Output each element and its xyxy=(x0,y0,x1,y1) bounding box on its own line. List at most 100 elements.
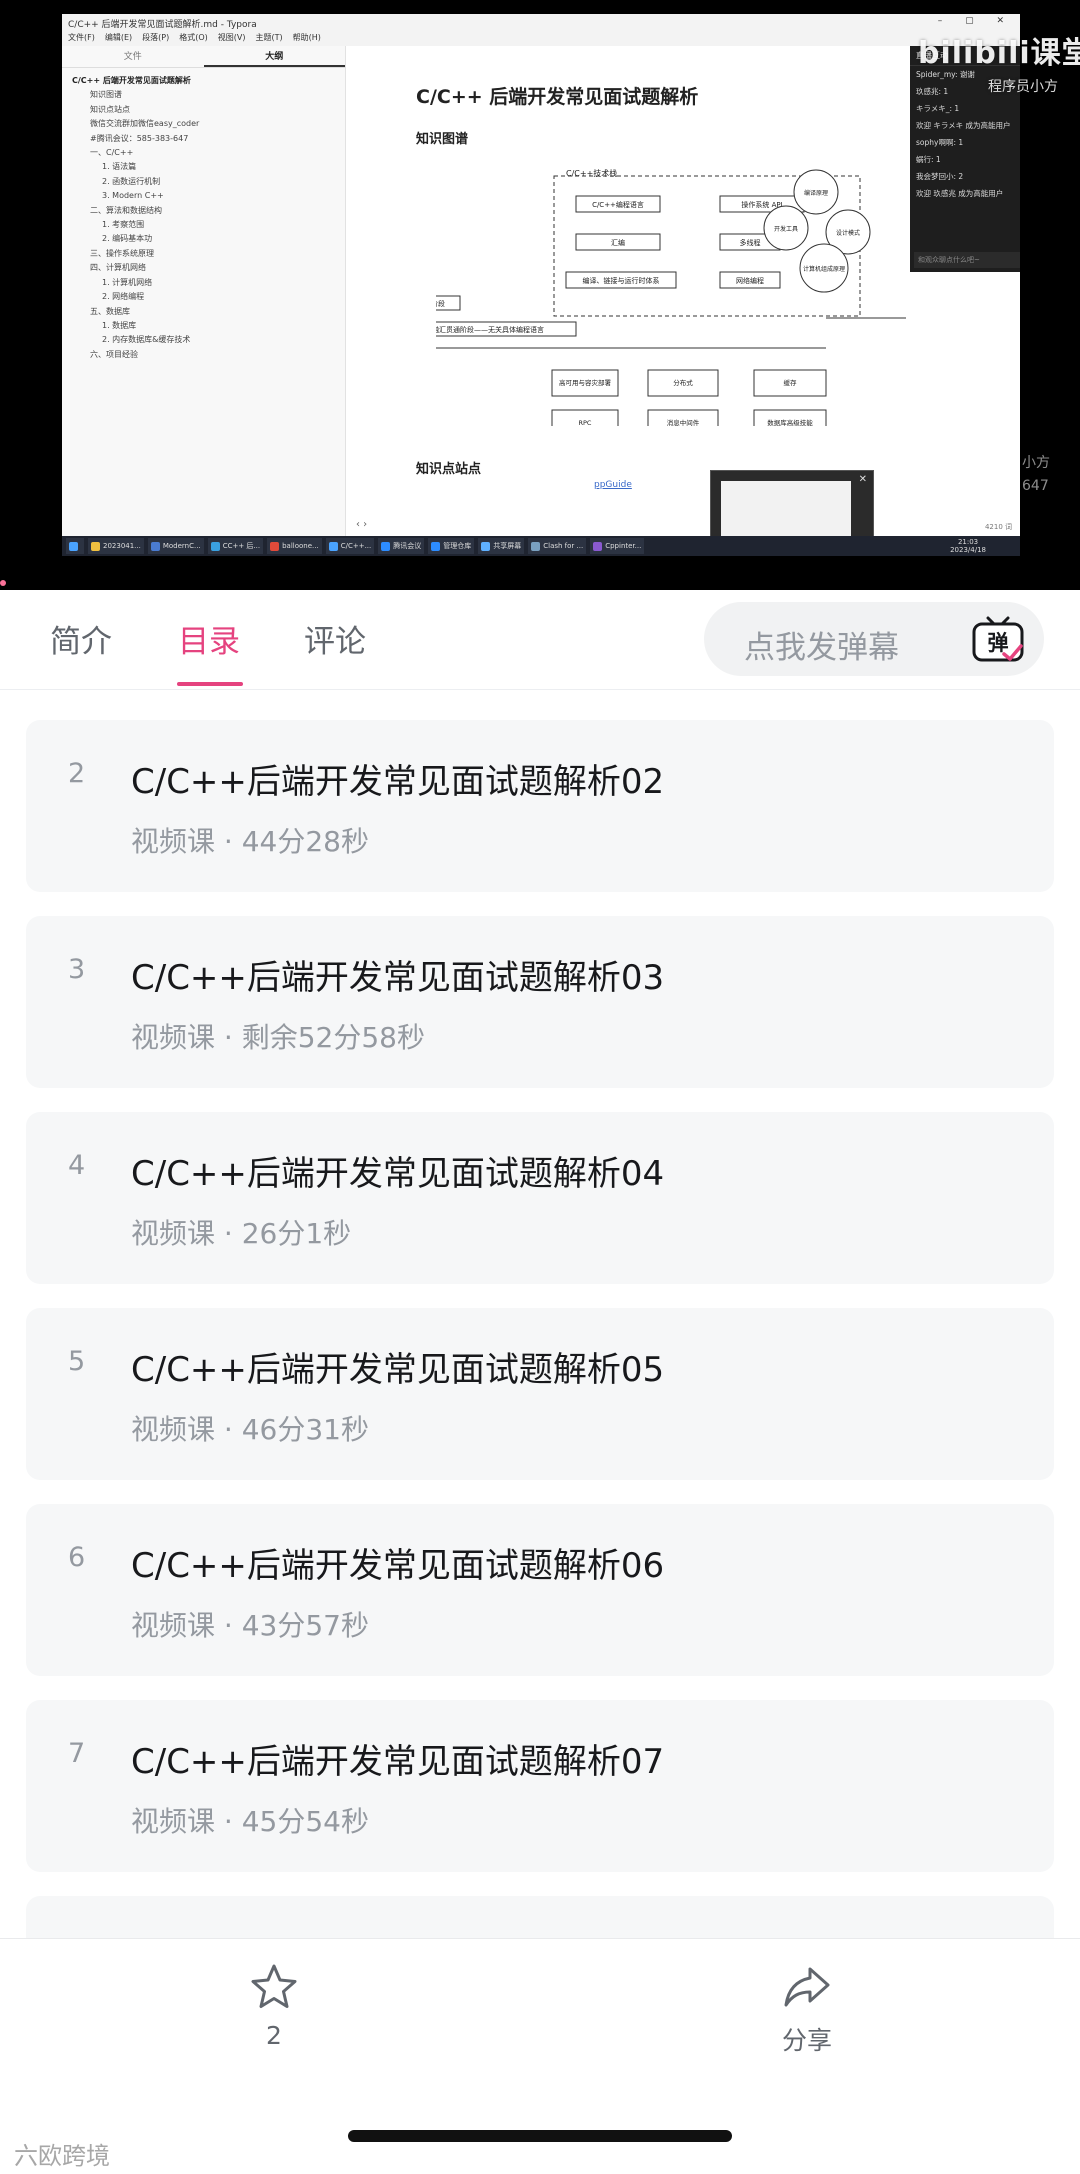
taskbar-thumbnail-preview: ✕ xyxy=(710,470,874,546)
home-indicator[interactable] xyxy=(348,2130,732,2142)
outline-item: 1. 考察范围 xyxy=(102,220,145,230)
tab-intro[interactable]: 简介 xyxy=(50,616,112,661)
episode-number: 6 xyxy=(68,1542,86,1573)
clock-date: 2023/4/18 xyxy=(950,546,986,554)
doc-link: ppGuide xyxy=(594,480,632,490)
diagram-node: 多线程 xyxy=(740,238,761,247)
episode-item[interactable]: 6 C/C++后端开发常见面试题解析06 视频课 · 43分57秒 xyxy=(26,1504,1054,1676)
outline-tab-files: 文件 xyxy=(123,52,142,62)
share-button[interactable]: 分享 xyxy=(737,1961,877,2057)
menu-item: 文件(F) xyxy=(68,33,95,42)
taskbar-item-label: 共享屏幕 xyxy=(493,542,522,550)
video-screen-capture: C/C++ 后端开发常见面试题解析.md - Typora – ▢ ✕ 文件(F… xyxy=(62,14,1020,556)
chat-message: 欢迎 玖感兆 成为高能用户 xyxy=(916,189,1004,198)
window-title-bar: C/C++ 后端开发常见面试题解析.md - Typora – ▢ ✕ xyxy=(62,14,1020,30)
outline-item: #腾讯会议：585-383-647 xyxy=(90,133,189,143)
taskbar-item: Cppinter... xyxy=(590,538,645,554)
episode-item[interactable]: 2 C/C++后端开发常见面试题解析02 视频课 · 44分28秒 xyxy=(26,720,1054,892)
episode-item[interactable]: 7 C/C++后端开发常见面试题解析07 视频课 · 45分54秒 xyxy=(26,1700,1054,1872)
taskbar-item: 腾讯会议 xyxy=(378,538,425,554)
episode-meta: 视频课 · 26分1秒 xyxy=(131,1217,352,1250)
diagram-node: 数据库高级技能 xyxy=(767,418,813,426)
chat-input: 和观众聊点什么吧~ xyxy=(914,252,1020,268)
author-watermark: 程序员小方 xyxy=(988,79,1058,95)
share-label: 分享 xyxy=(781,2026,832,2055)
app-icon xyxy=(381,541,391,551)
taskbar-clock: 21:03 2023/4/18 xyxy=(950,538,986,554)
diagram-node: 计算机组成原理 xyxy=(803,265,845,273)
outline-list: C/C++ 后端开发常见面试题解析 知识图谱 知识点站点 微信交流群加微信easy_c… xyxy=(62,68,345,368)
chat-message: 我会梦回小: 2 xyxy=(916,172,964,181)
tab-comments[interactable]: 评论 xyxy=(304,616,366,661)
outline-item: 一、C/C++ xyxy=(90,148,134,158)
taskbar-item: 2023041... xyxy=(88,538,144,554)
episode-title: C/C++后端开发常见面试题解析03 xyxy=(131,958,665,998)
episode-meta: 视频课 · 46分31秒 xyxy=(131,1413,369,1446)
video-player[interactable]: C/C++ 后端开发常见面试题解析.md - Typora – ▢ ✕ 文件(F… xyxy=(0,0,1080,590)
diagram-node: 消息中间件 xyxy=(667,418,700,426)
menu-item: 主题(T) xyxy=(255,33,283,42)
diagram-node: RPC xyxy=(579,419,592,426)
app-icon xyxy=(431,541,441,551)
side-watermark-2: 647 xyxy=(1022,478,1049,494)
taskbar-item-label: ModernC... xyxy=(162,542,201,550)
episode-meta: 视频课 · 45分54秒 xyxy=(131,1805,369,1838)
outline-item: 六、项目经验 xyxy=(90,349,138,359)
word-count: 4210 词 xyxy=(984,523,1012,531)
progress-dot[interactable] xyxy=(0,580,6,586)
diagram-node: 分布式 xyxy=(673,378,693,387)
taskbar-item: ModernC... xyxy=(147,538,204,554)
taskbar-item: CC++ 后... xyxy=(207,538,264,554)
window-controls-icon: – ▢ ✕ xyxy=(937,16,1014,26)
bottom-watermark: 六欧跨境 xyxy=(14,2142,110,2170)
chat-message: 欢迎 キラメキ 成为高能用户 xyxy=(916,121,1011,130)
outline-item: 知识图谱 xyxy=(90,90,122,100)
episode-item[interactable]: 3 C/C++后端开发常见面试题解析03 视频课 · 剩余52分58秒 xyxy=(26,916,1054,1088)
app-icon xyxy=(593,541,603,551)
danmaku-toggle-icon[interactable]: 弹 xyxy=(970,616,1026,664)
outline-item: 三、操作系统原理 xyxy=(90,248,154,258)
side-watermark: 小方 xyxy=(1022,455,1050,471)
outline-tabs: 文件 大纲 xyxy=(62,46,345,68)
taskbar-item: C/C++... xyxy=(325,538,375,554)
outline-item: 2. 内存数据库&缓存技术 xyxy=(102,335,191,345)
menu-item: 段落(P) xyxy=(142,33,170,42)
taskbar-item-label: 管理仓库 xyxy=(443,542,472,550)
bilibili-classroom-watermark: bilibili课堂 xyxy=(918,36,1080,71)
taskbar-item: 共享屏幕 xyxy=(478,538,525,554)
favorite-button[interactable]: 2 xyxy=(204,1961,344,2050)
episode-title: C/C++后端开发常见面试题解析05 xyxy=(131,1350,665,1390)
danmaku-input[interactable]: 点我发弹幕 弹 xyxy=(704,602,1044,676)
tab-catalog[interactable]: 目录 xyxy=(178,616,240,661)
episode-item[interactable]: 8C/C++后端开发常见面试题解析08 xyxy=(26,1896,1054,1940)
diagram-node: 汇编 xyxy=(611,238,625,247)
chat-message: sophy啊啊: 1 xyxy=(916,138,964,147)
system-tray: 21:03 2023/4/18 xyxy=(866,537,1016,555)
app-icon xyxy=(150,541,160,551)
taskbar-item: 管理仓库 xyxy=(428,538,475,554)
taskbar-item-label: Cppinter... xyxy=(605,542,642,550)
diagram-node: C/C++编程语言 xyxy=(592,200,644,209)
outline-item: 2. 编码基本功 xyxy=(102,234,153,244)
episode-item[interactable]: 4 C/C++后端开发常见面试题解析04 视频课 · 26分1秒 xyxy=(26,1112,1054,1284)
episode-item[interactable]: 5 C/C++后端开发常见面试题解析05 视频课 · 46分31秒 xyxy=(26,1308,1054,1480)
episode-meta: 视频课 · 44分28秒 xyxy=(131,825,369,858)
window-title: C/C++ 后端开发常见面试题解析.md - Typora xyxy=(68,20,257,30)
app-icon xyxy=(91,541,100,551)
danmaku-placeholder: 点我发弹幕 xyxy=(744,630,899,666)
app-icon xyxy=(328,541,338,551)
window-menu-bar: 文件(F) 编辑(E) 段落(P) 格式(O) 视图(V) 主题(T) 帮助(H) xyxy=(62,30,1020,46)
star-icon xyxy=(251,1964,297,2008)
outline-item: 微信交流群加微信easy_coder xyxy=(90,119,200,129)
episode-number: 2 xyxy=(68,758,86,789)
diagram-stage-1: 熟练工阶段 xyxy=(436,299,445,308)
close-icon: ✕ xyxy=(858,474,867,485)
app-icon xyxy=(210,541,220,551)
app-icon xyxy=(481,541,491,551)
episode-title: C/C++后端开发常见面试题解析06 xyxy=(131,1546,665,1586)
episode-title: C/C++后端开发常见面试题解析02 xyxy=(131,762,665,802)
outline-item: 2. 网络编程 xyxy=(102,292,145,302)
taskbar-item: balloone... xyxy=(267,538,322,554)
diagram-stage-2: 融汇贯通阶段——无关具体编程语言 xyxy=(436,325,544,334)
menu-item: 编辑(E) xyxy=(104,33,133,42)
